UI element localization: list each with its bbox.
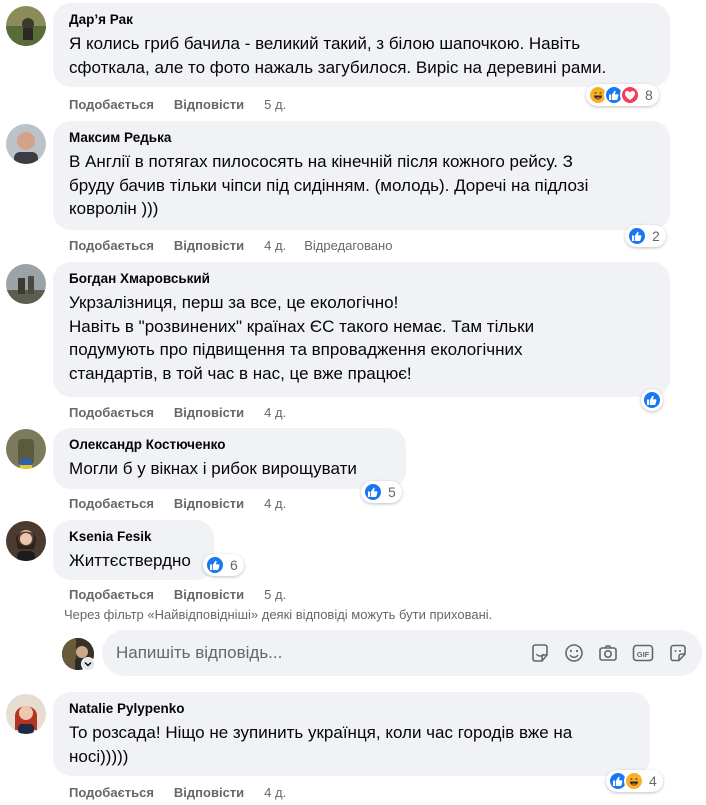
comment-text: Я колись гриб бачила - великий такий, з …	[69, 32, 658, 79]
comment-line: Навіть в "розвинених" країнах ЄС такого …	[69, 316, 535, 336]
comment-line: Життєствердно	[69, 551, 191, 570]
reply-box: GIF	[102, 630, 702, 676]
reaction-summary[interactable]: 2	[625, 225, 666, 247]
like-button[interactable]: Подобається	[69, 405, 154, 420]
reply-input[interactable]	[116, 643, 496, 663]
timestamp[interactable]: 5 д.	[264, 587, 286, 602]
comment-bubble: Дар’я Рак Я колись гриб бачила - великий…	[53, 3, 670, 87]
comment-line: Я колись гриб бачила - великий такий, з …	[69, 34, 581, 53]
timestamp[interactable]: 4 д.	[264, 785, 286, 800]
like-icon	[642, 390, 662, 410]
like-button[interactable]: Подобається	[69, 587, 154, 602]
comment-bubble: Максим Редька В Англії в потягах пилосос…	[53, 121, 670, 230]
comment-text: Могли б у вікнах і рибок вирощувати	[69, 457, 394, 481]
comment-line: ковролін )))	[69, 199, 159, 218]
comment-line: носі)))))	[69, 746, 129, 766]
like-button[interactable]: Подобається	[69, 97, 154, 112]
comment-author[interactable]: Natalie Pylypenko	[69, 700, 638, 718]
comment-text: Життєствердно	[69, 549, 202, 573]
like-button[interactable]: Подобається	[69, 496, 154, 511]
avatar[interactable]	[6, 6, 46, 46]
comment-line: бруду бачив тільки чіпси під сидінням. (…	[69, 175, 589, 195]
reply-composer: GIF	[62, 630, 706, 676]
edited-label[interactable]: Відредаговано	[304, 238, 392, 253]
comment-actions: Подобається Відповісти 5 д.	[69, 585, 304, 603]
reaction-summary[interactable]: 8	[586, 84, 659, 106]
gif-icon[interactable]: GIF	[632, 643, 654, 663]
comment-text: То розсада! Ніщо не зупинить українця, к…	[69, 721, 638, 768]
reaction-count: 8	[645, 87, 653, 103]
avatar[interactable]	[6, 694, 46, 734]
comment-line: То розсада! Ніщо не зупинить українця, к…	[69, 723, 573, 742]
love-icon	[620, 85, 640, 105]
avatar[interactable]	[6, 429, 46, 469]
reaction-count: 6	[230, 557, 238, 573]
timestamp[interactable]: 4 д.	[264, 405, 286, 420]
comment-text: Укрзалізниця, перш за все, це екологічно…	[69, 291, 658, 385]
comment-line: стандартів, в той час в нас, це вже прац…	[69, 363, 412, 383]
reply-button[interactable]: Відповісти	[174, 405, 244, 420]
comment-line: Могли б у вікнах і рибок вирощувати	[69, 459, 357, 478]
reply-button[interactable]: Відповісти	[174, 97, 244, 112]
reaction-summary[interactable]: 6	[203, 554, 244, 576]
reaction-count: 2	[652, 228, 660, 244]
reaction-count: 5	[388, 484, 396, 500]
timestamp[interactable]: 4 д.	[264, 238, 286, 253]
sticker-icon[interactable]	[668, 643, 688, 663]
reply-button[interactable]: Відповісти	[174, 785, 244, 800]
comment-line: Укрзалізниця, перш за все, це екологічно…	[69, 293, 399, 312]
comment-bubble: Богдан Хмаровський Укрзалізниця, перш за…	[53, 262, 670, 397]
like-button[interactable]: Подобається	[69, 785, 154, 800]
reaction-summary[interactable]: 4	[606, 770, 663, 792]
comment-author[interactable]: Дар’я Рак	[69, 11, 658, 29]
comment-actions: Подобається Відповісти 4 д.	[69, 783, 304, 801]
filter-notice: Через фільтр «Найвідповідніші» деякі від…	[64, 607, 493, 622]
emoji-icon[interactable]	[564, 643, 584, 663]
reaction-summary[interactable]	[641, 389, 663, 411]
reaction-count: 4	[649, 773, 657, 789]
comment-author[interactable]: Олександр Костюченко	[69, 436, 394, 454]
like-icon	[627, 226, 647, 246]
timestamp[interactable]: 5 д.	[264, 97, 286, 112]
reaction-summary[interactable]: 5	[361, 481, 402, 503]
comment-author[interactable]: Ksenia Fesik	[69, 528, 202, 546]
comment-bubble: Ksenia Fesik Життєствердно	[53, 520, 214, 580]
comment-actions: Подобається Відповісти 4 д.	[69, 494, 304, 512]
avatar[interactable]	[6, 521, 46, 561]
comment-text: В Англії в потягах пилососять на кінечні…	[69, 150, 658, 221]
comment-line: подумують про підвищення та впровадження…	[69, 340, 523, 359]
avatar[interactable]	[6, 124, 46, 164]
comment-author[interactable]: Максим Редька	[69, 129, 658, 147]
reply-button[interactable]: Відповісти	[174, 496, 244, 511]
gif-label: GIF	[637, 650, 650, 659]
comment-actions: Подобається Відповісти 4 д.	[69, 403, 304, 421]
reply-button[interactable]: Відповісти	[174, 587, 244, 602]
haha-icon	[624, 771, 644, 791]
reply-button[interactable]: Відповісти	[174, 238, 244, 253]
comment-line: В Англії в потягах пилососять на кінечні…	[69, 152, 573, 171]
comment-bubble: Natalie Pylypenko То розсада! Ніщо не зу…	[53, 692, 650, 776]
comment-bubble: Олександр Костюченко Могли б у вікнах і …	[53, 428, 406, 489]
comment-line: сфоткала, але то фото нажаль загубилося.…	[69, 57, 607, 77]
sticker-face-icon[interactable]	[530, 643, 550, 663]
camera-icon[interactable]	[598, 643, 618, 663]
avatar[interactable]	[6, 264, 46, 304]
like-icon	[205, 555, 225, 575]
like-icon	[363, 482, 383, 502]
timestamp[interactable]: 4 д.	[264, 496, 286, 511]
like-button[interactable]: Подобається	[69, 238, 154, 253]
chevron-down-icon[interactable]	[81, 657, 95, 671]
comment-author[interactable]: Богдан Хмаровський	[69, 270, 658, 288]
comment-actions: Подобається Відповісти 4 д. Відредагован…	[69, 236, 392, 254]
comment-actions: Подобається Відповісти 5 д.	[69, 95, 304, 113]
